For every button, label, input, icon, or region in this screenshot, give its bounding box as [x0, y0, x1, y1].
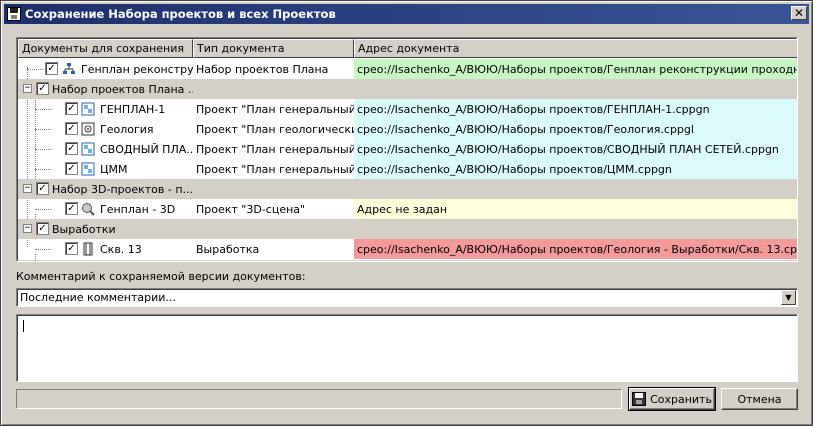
borehole-icon [83, 242, 93, 256]
save-icon [7, 7, 21, 21]
plan-project-icon [81, 142, 95, 156]
group-label: Набор проектов Плана ... [52, 82, 193, 96]
cancel-button[interactable]: Отмена [721, 388, 798, 410]
table-row[interactable]: ✓ ЦММ Проект "План генеральный" срeo://I… [18, 159, 797, 179]
row-name: Скв. 13 [100, 242, 142, 256]
table-row[interactable]: ✓ СВОДНЫЙ ПЛА... Проект "План генеральны… [18, 139, 797, 159]
comment-textarea[interactable] [16, 314, 798, 382]
item-checkbox[interactable]: ✓ [65, 102, 78, 115]
table-header: Документы для сохранения Тип документа А… [18, 39, 797, 58]
documents-tree[interactable]: Документы для сохранения Тип документа А… [16, 37, 798, 262]
group-label: Выработки [52, 222, 116, 236]
plan-project-icon [81, 102, 95, 116]
row-type: Проект "3D-сцена" [196, 202, 306, 216]
table-row[interactable]: ✓ Генплан - 3D Проект "3D-сцена" Адрес н… [18, 199, 797, 219]
row-name: Генплан реконстру... [81, 62, 193, 76]
row-address: срeo://Isachenko_A/ВЮЮ/Наборы проектов/Г… [354, 59, 797, 79]
row-address: Адрес не задан [354, 199, 797, 219]
column-header-type[interactable]: Тип документа [193, 39, 354, 58]
table-row-root[interactable]: ✓ Генплан реконстру... Набор проектов Пл… [18, 59, 797, 79]
row-name: ЦММ [100, 162, 128, 176]
item-checkbox[interactable]: ✓ [65, 242, 78, 255]
progress-bar [16, 389, 622, 409]
title-bar[interactable]: Сохранение Набора проектов и всех Проект… [4, 4, 809, 24]
3d-scene-icon [82, 203, 95, 216]
table-row[interactable]: ✓ ГЕНПЛАН-1 Проект "План генеральный" ср… [18, 99, 797, 119]
cancel-button-label: Отмена [737, 392, 782, 406]
save-icon [632, 392, 647, 406]
root-checkbox[interactable]: ✓ [45, 62, 58, 75]
column-header-documents[interactable]: Документы для сохранения [18, 39, 193, 58]
collapse-icon[interactable]: − [23, 84, 32, 93]
close-button[interactable]: ✕ [791, 6, 807, 20]
row-type: Проект "План генеральный" [196, 102, 354, 116]
plan-project-icon [81, 162, 95, 176]
group-checkbox[interactable]: ✓ [36, 82, 49, 95]
row-name: Генплан - 3D [100, 202, 176, 216]
save-dialog: Сохранение Набора проектов и всех Проект… [0, 0, 813, 426]
row-name: ГЕНПЛАН-1 [100, 102, 166, 116]
comment-label: Комментарий к сохраняемой версии докумен… [16, 270, 306, 283]
row-type: Набор проектов Плана [196, 62, 329, 76]
save-button[interactable]: Сохранить [628, 387, 716, 411]
group-checkbox[interactable]: ✓ [36, 182, 49, 195]
row-address: срeo://Isachenko_A/ВЮЮ/Наборы проектов/Ц… [354, 159, 797, 179]
window-title: Сохранение Набора проектов и всех Проект… [25, 7, 336, 21]
recent-comments-value: Последние комментарии... [20, 291, 176, 304]
collapse-icon[interactable]: − [23, 184, 32, 193]
row-address: срeo://Isachenko_A/ВЮЮ/Наборы проектов/С… [354, 139, 797, 159]
group-label: Набор 3D-проектов - п... [52, 182, 193, 196]
chevron-down-icon[interactable]: ▼ [781, 290, 796, 305]
row-type: Проект "План геологический" [196, 122, 354, 136]
row-type: Выработка [196, 242, 260, 256]
geology-project-icon [81, 122, 95, 136]
row-name: СВОДНЫЙ ПЛА... [100, 142, 193, 156]
save-button-label: Сохранить [650, 392, 712, 406]
row-address: срeo://Isachenko_A/ВЮЮ/Наборы проектов/Г… [354, 119, 797, 139]
column-header-address[interactable]: Адрес документа [354, 39, 797, 58]
table-row-group[interactable]: − ✓ Набор 3D-проектов - п... [18, 179, 797, 199]
table-row-group[interactable]: − ✓ Выработки [18, 219, 797, 239]
table-row[interactable]: ✓ Геология Проект "План геологический" с… [18, 119, 797, 139]
row-name: Геология [100, 122, 154, 136]
item-checkbox[interactable]: ✓ [65, 202, 78, 215]
item-checkbox[interactable]: ✓ [65, 162, 78, 175]
row-address: срeo://Isachenko_A/ВЮЮ/Наборы проектов/Г… [354, 239, 797, 259]
text-caret [23, 320, 24, 332]
row-address: срeo://Isachenko_A/ВЮЮ/Наборы проектов/Г… [354, 99, 797, 119]
project-set-icon [63, 63, 75, 74]
table-row-group[interactable]: − ✓ Набор проектов Плана ... [18, 79, 797, 99]
recent-comments-dropdown[interactable]: Последние комментарии... ▼ [16, 288, 798, 307]
item-checkbox[interactable]: ✓ [65, 142, 78, 155]
row-type: Проект "План генеральный" [196, 142, 354, 156]
collapse-icon[interactable]: − [23, 224, 32, 233]
table-row[interactable]: ✓ Скв. 13 Выработка срeo://Isachenko_A/В… [18, 239, 797, 259]
group-checkbox[interactable]: ✓ [36, 222, 49, 235]
item-checkbox[interactable]: ✓ [65, 122, 78, 135]
row-type: Проект "План генеральный" [196, 162, 354, 176]
